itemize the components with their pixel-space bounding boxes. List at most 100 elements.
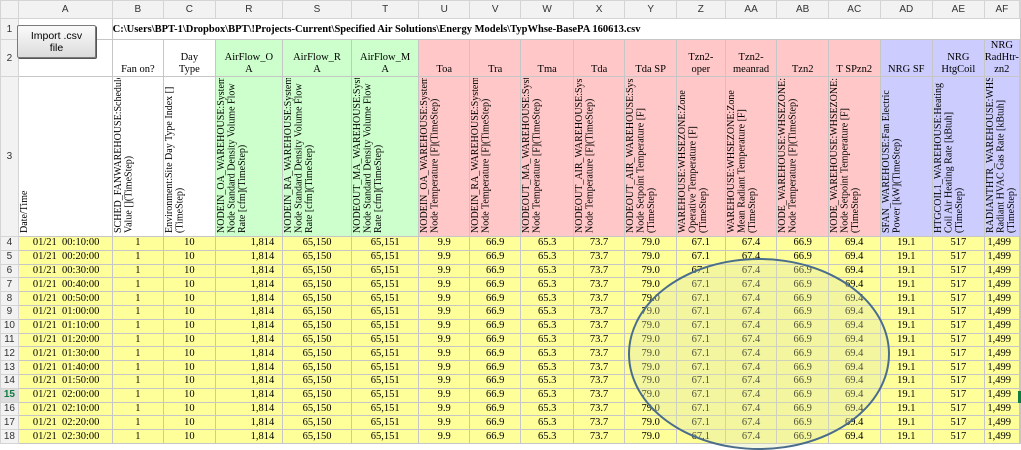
- cell-AA11[interactable]: 67.4: [724, 332, 778, 348]
- cell-X9[interactable]: 73.7: [572, 304, 626, 320]
- long-header-T[interactable]: NODEOUT_MA_WAREHOUSE:System Node Standar…: [350, 76, 420, 237]
- cell-R17[interactable]: 1,814: [214, 415, 284, 431]
- overflow-cell[interactable]: [1019, 236, 1021, 251]
- cell-AE17[interactable]: 517: [932, 415, 985, 431]
- cell-B14[interactable]: 1: [111, 373, 165, 389]
- cell-V8[interactable]: 66.9: [468, 291, 522, 306]
- import-csv-button[interactable]: Import .csv file: [17, 25, 96, 58]
- cell-B15[interactable]: 1: [111, 387, 165, 403]
- cell-AA15[interactable]: 67.4: [724, 387, 778, 403]
- short-header-AC[interactable]: T SPzn2: [827, 39, 881, 77]
- cell-B9[interactable]: 1: [111, 304, 165, 320]
- cell-AB7[interactable]: 66.9: [776, 277, 829, 293]
- cell-AB10[interactable]: 66.9: [776, 318, 829, 334]
- long-header-R[interactable]: NODEIN_OA_WAREHOUSE:System Node Standard…: [214, 76, 284, 237]
- cell-T4[interactable]: 65,151: [350, 236, 420, 251]
- cell-AE4[interactable]: 517: [932, 236, 985, 251]
- short-header-AE[interactable]: NRG HtgCoil: [932, 39, 985, 77]
- cell-Z4[interactable]: 67.1: [676, 236, 726, 251]
- cell-R15[interactable]: 1,814: [214, 387, 284, 403]
- cell-T13[interactable]: 65,151: [350, 360, 420, 375]
- cell-AC13[interactable]: 69.4: [827, 360, 881, 375]
- cell-V18[interactable]: 66.9: [468, 429, 522, 444]
- cell-X14[interactable]: 73.7: [572, 373, 626, 389]
- cell-V6[interactable]: 66.9: [468, 263, 522, 279]
- cell-V10[interactable]: 66.9: [468, 318, 522, 334]
- cell-AA8[interactable]: 67.4: [724, 291, 778, 306]
- cell-S4[interactable]: 65,150: [282, 236, 352, 251]
- cell-AC18[interactable]: 69.4: [827, 429, 881, 444]
- cell-S16[interactable]: 65,150: [282, 401, 352, 417]
- overflow-cell[interactable]: [1019, 360, 1021, 375]
- long-header-AA[interactable]: WAREHOUSE:WHSEZONE:Zone Mean Radiant Tem…: [724, 76, 778, 237]
- long-header-B[interactable]: SCHED_FANWAREHOUSE:Schedule Value [](Tim…: [111, 76, 165, 237]
- cell-AD9[interactable]: 19.1: [879, 304, 934, 320]
- cell-Z15[interactable]: 67.1: [676, 387, 726, 403]
- column-header-X[interactable]: X: [572, 0, 626, 19]
- row-header-10[interactable]: 10: [0, 318, 19, 334]
- cell-U4[interactable]: 9.9: [418, 236, 470, 251]
- cell-Y13[interactable]: 79.0: [624, 360, 677, 375]
- cell-V11[interactable]: 66.9: [468, 332, 522, 348]
- cell-T6[interactable]: 65,151: [350, 263, 420, 279]
- long-header-AC[interactable]: NODE_WAREHOUSE:WHSEZONE:System Node Setp…: [827, 76, 881, 237]
- column-header-C[interactable]: C: [163, 0, 216, 19]
- cell-U10[interactable]: 9.9: [418, 318, 470, 334]
- cell-Y16[interactable]: 79.0: [624, 401, 677, 417]
- cell-AA17[interactable]: 67.4: [724, 415, 778, 431]
- cell-C8[interactable]: 10: [163, 291, 216, 306]
- cell-R9[interactable]: 1,814: [214, 304, 284, 320]
- row-header-11[interactable]: 11: [0, 332, 19, 348]
- cell-B12[interactable]: 1: [111, 346, 165, 362]
- cell-AD15[interactable]: 19.1: [879, 387, 934, 403]
- cell-AF11[interactable]: 1,499: [983, 332, 1021, 348]
- cell-V15[interactable]: 66.9: [468, 387, 522, 403]
- cell-AD7[interactable]: 19.1: [879, 277, 934, 293]
- cell-AC10[interactable]: 69.4: [827, 318, 881, 334]
- cell-T8[interactable]: 65,151: [350, 291, 420, 306]
- column-header-AA[interactable]: AA: [724, 0, 778, 19]
- long-header-Z[interactable]: WAREHOUSE:WHSEZONE:Zone Operative Temper…: [676, 76, 726, 237]
- overflow-cell[interactable]: [1019, 277, 1021, 293]
- cell-AD6[interactable]: 19.1: [879, 263, 934, 279]
- cell-A17[interactable]: 01/21 02:20:00: [17, 415, 113, 431]
- column-header-V[interactable]: V: [468, 0, 522, 19]
- cell-X6[interactable]: 73.7: [572, 263, 626, 279]
- file-path-title[interactable]: C:\Users\BPT-1\Dropbox\BPT\!Projects-Cur…: [111, 18, 1021, 40]
- cell-A6[interactable]: 01/21 00:30:00: [17, 263, 113, 279]
- cell-T9[interactable]: 65,151: [350, 304, 420, 320]
- row-header-13[interactable]: 13: [0, 360, 19, 375]
- cell-V16[interactable]: 66.9: [468, 401, 522, 417]
- cell-S11[interactable]: 65,150: [282, 332, 352, 348]
- cell-T16[interactable]: 65,151: [350, 401, 420, 417]
- cell-AA18[interactable]: 67.4: [724, 429, 778, 444]
- column-header-B[interactable]: B: [111, 0, 165, 19]
- cell-AE16[interactable]: 517: [932, 401, 985, 417]
- short-header-Y[interactable]: Tda SP: [624, 39, 677, 77]
- cell-B4[interactable]: 1: [111, 236, 165, 251]
- cell-AE14[interactable]: 517: [932, 373, 985, 389]
- cell-B7[interactable]: 1: [111, 277, 165, 293]
- cell-R18[interactable]: 1,814: [214, 429, 284, 444]
- cell-Y5[interactable]: 79.0: [624, 249, 677, 265]
- cell-Z9[interactable]: 67.1: [676, 304, 726, 320]
- cell-U5[interactable]: 9.9: [418, 249, 470, 265]
- cell-V14[interactable]: 66.9: [468, 373, 522, 389]
- cell-AB9[interactable]: 66.9: [776, 304, 829, 320]
- cell-AE5[interactable]: 517: [932, 249, 985, 265]
- cell-R10[interactable]: 1,814: [214, 318, 284, 334]
- cell-A4[interactable]: 01/21 00:10:00: [17, 236, 113, 251]
- cell-AD8[interactable]: 19.1: [879, 291, 934, 306]
- cell-Y17[interactable]: 79.0: [624, 415, 677, 431]
- cell-AC6[interactable]: 69.4: [827, 263, 881, 279]
- cell-T15[interactable]: 65,151: [350, 387, 420, 403]
- row-header-14[interactable]: 14: [0, 373, 19, 389]
- cell-AA5[interactable]: 67.4: [724, 249, 778, 265]
- cell-Z6[interactable]: 67.1: [676, 263, 726, 279]
- cell-A15[interactable]: 01/21 02:00:00: [17, 387, 113, 403]
- column-header-T[interactable]: T: [350, 0, 420, 19]
- cell-S14[interactable]: 65,150: [282, 373, 352, 389]
- cell-C12[interactable]: 10: [163, 346, 216, 362]
- cell-S15[interactable]: 65,150: [282, 387, 352, 403]
- cell-AB11[interactable]: 66.9: [776, 332, 829, 348]
